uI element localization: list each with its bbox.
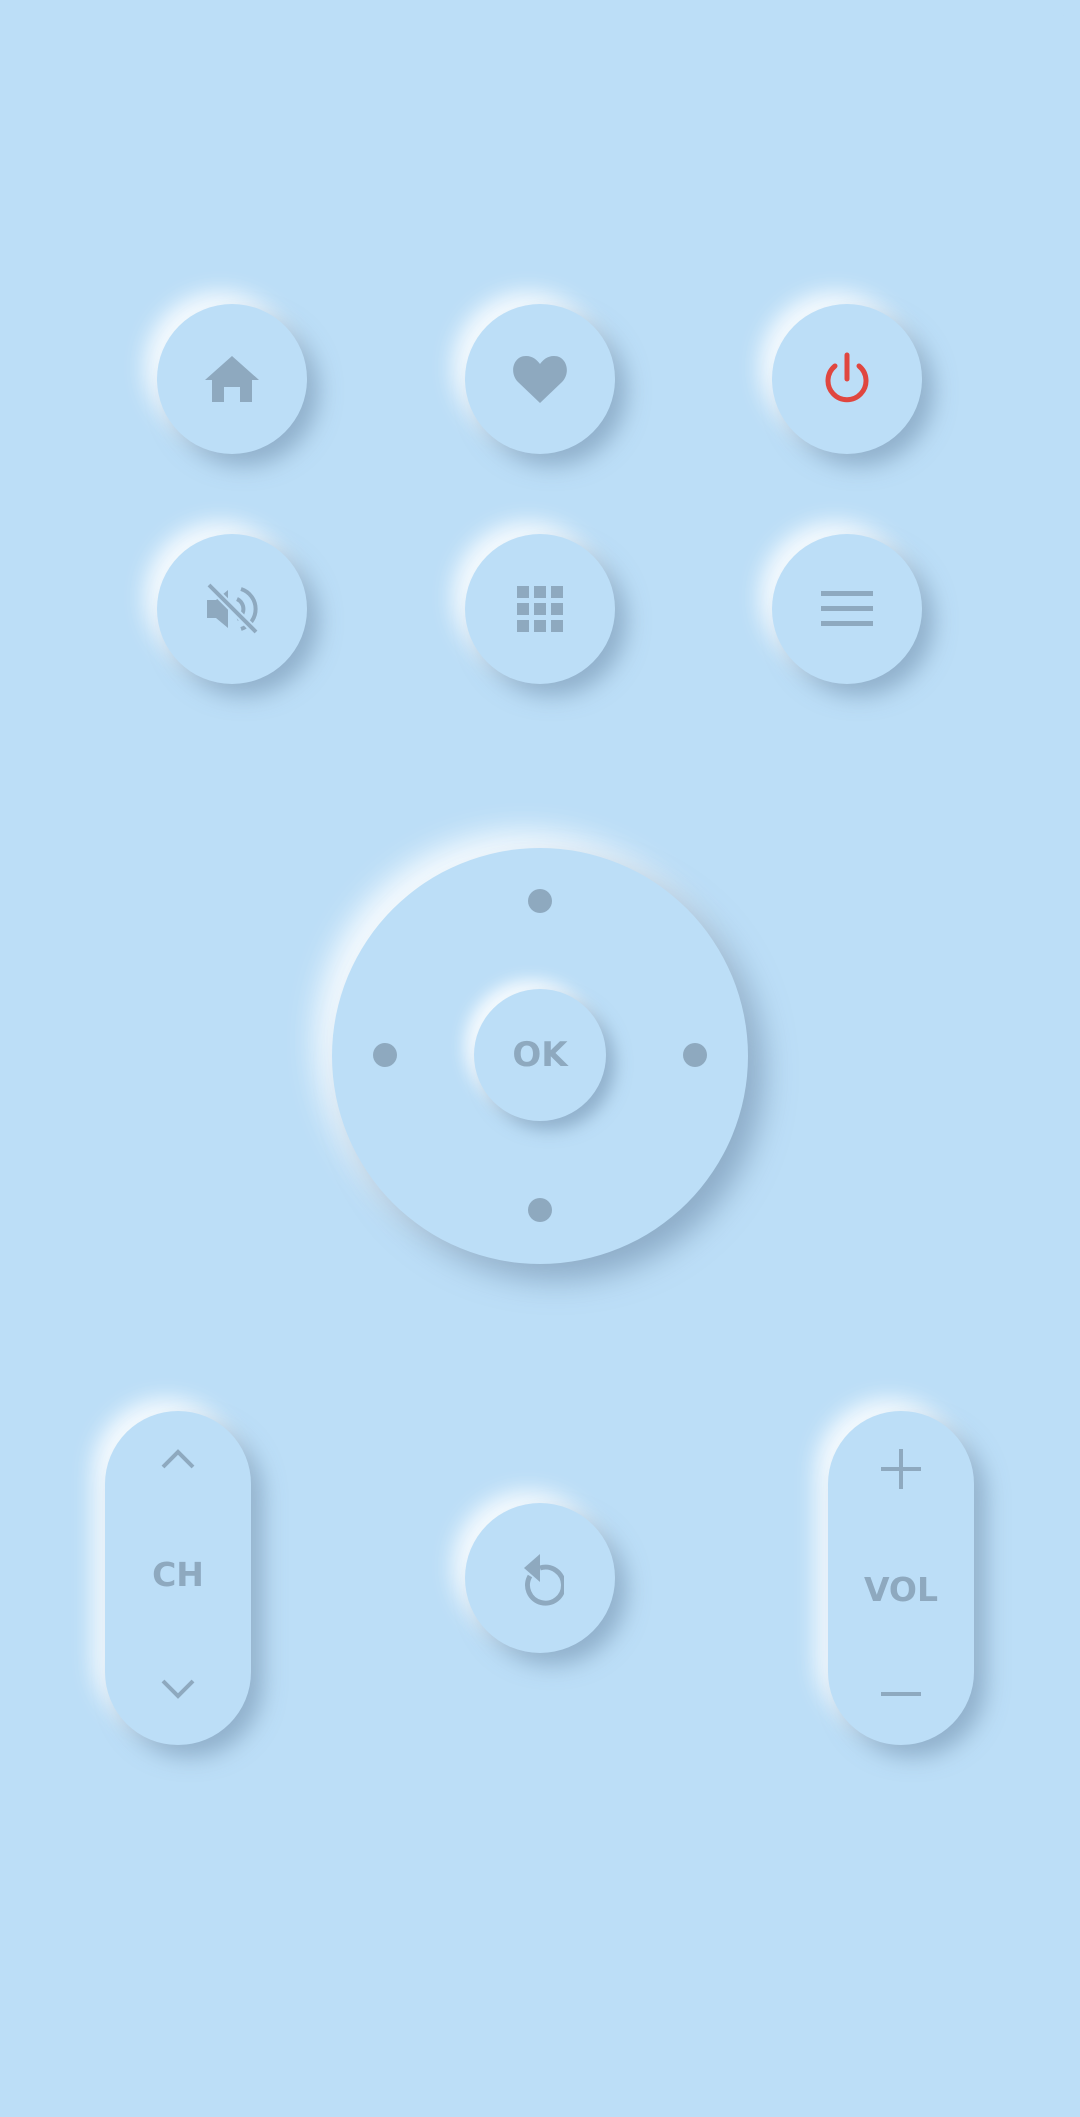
- home-icon: [204, 354, 260, 404]
- ok-label: OK: [512, 1035, 568, 1075]
- volume-up-button[interactable]: [828, 1449, 974, 1489]
- power-icon: [820, 352, 874, 406]
- volume-rocker: VOL: [828, 1411, 974, 1745]
- apps-grid-icon: [517, 586, 563, 632]
- dpad-right-button[interactable]: [683, 1043, 707, 1067]
- chevron-up-icon: [161, 1449, 195, 1469]
- back-icon: [516, 1550, 564, 1606]
- channel-label: CH: [152, 1554, 204, 1594]
- mute-button[interactable]: [157, 534, 307, 684]
- minus-icon: [881, 1689, 921, 1699]
- chevron-down-icon: [161, 1679, 195, 1699]
- plus-icon: [881, 1449, 921, 1489]
- heart-icon: [511, 353, 569, 405]
- volume-mute-icon: [204, 582, 260, 636]
- channel-rocker: CH: [105, 1411, 251, 1745]
- dpad-down-button[interactable]: [528, 1198, 552, 1222]
- home-button[interactable]: [157, 304, 307, 454]
- channel-up-button[interactable]: [105, 1449, 251, 1469]
- back-button[interactable]: [465, 1503, 615, 1653]
- volume-down-button[interactable]: [828, 1689, 974, 1699]
- dpad-up-button[interactable]: [528, 889, 552, 913]
- ok-button[interactable]: OK: [474, 989, 606, 1121]
- volume-label: VOL: [863, 1569, 939, 1609]
- apps-button[interactable]: [465, 534, 615, 684]
- menu-icon: [821, 591, 873, 627]
- favorite-button[interactable]: [465, 304, 615, 454]
- dpad-left-button[interactable]: [373, 1043, 397, 1067]
- remote-control: OK CH VOL: [0, 0, 1080, 2117]
- channel-down-button[interactable]: [105, 1679, 251, 1699]
- power-button[interactable]: [772, 304, 922, 454]
- menu-button[interactable]: [772, 534, 922, 684]
